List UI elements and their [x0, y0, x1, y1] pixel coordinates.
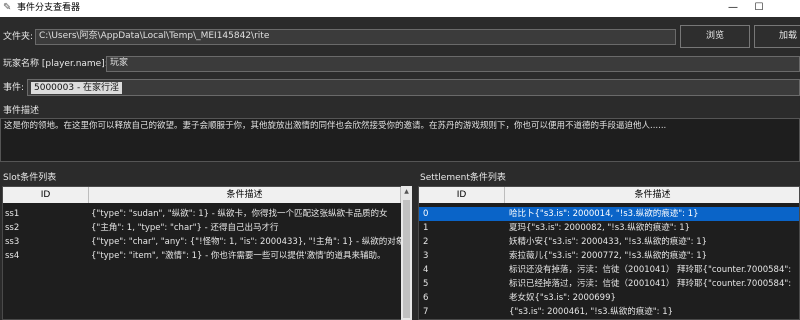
table-row[interactable]: ss2 {"主角": 1, "type": "char"} - 还得自己出马才行: [3, 221, 401, 235]
player-name-input[interactable]: 玩家: [106, 56, 800, 72]
slot-table[interactable]: ID 条件描述 ss1 {"type": "sudan", "纵欲": 1} -…: [2, 186, 412, 320]
slot-desc-cell: {"主角": 1, "type": "char"} - 还得自己出马才行: [91, 223, 279, 233]
table-row[interactable]: 1 夏玛{"s3.is": 2000082, "!s3.纵欲的痕迹": 1}: [419, 221, 799, 235]
settlement-id-cell: 0: [423, 209, 429, 219]
slot-desc-cell: {"type": "item", "激情": 1} - 你也许需要一些可以提供'…: [91, 251, 386, 261]
slot-desc-cell: {"type": "sudan", "纵欲": 1} - 纵欲卡，你得找一个匹配…: [91, 209, 388, 219]
maximize-button[interactable]: ☐: [746, 0, 772, 17]
table-row[interactable]: 0 哈比卜{"s3.is": 2000014, "!s3.纵欲的痕迹": 1}: [419, 207, 799, 221]
settlement-desc-cell: 标识还没有掉落，污渎：信徒（2001041） 拜玲耶{"counter.7000…: [509, 265, 792, 275]
settlement-col-id[interactable]: ID: [419, 187, 505, 203]
slot-desc-cell: {"type": "char", "any": {"!怪物": 1, "is":…: [91, 237, 401, 247]
slot-col-desc[interactable]: 条件描述: [89, 187, 401, 203]
settlement-id-cell: 5: [423, 279, 429, 289]
window-title: 事件分支查看器: [17, 3, 81, 13]
settlement-desc-cell: 索拉薇儿{"s3.is": 2000772, "!s3.纵欲的痕迹": 1}: [509, 251, 708, 261]
folder-label: 文件夹:: [3, 32, 34, 42]
table-row[interactable]: 7 {"s3.is": 2000461, "!s3.纵欲的痕迹": 1}: [419, 305, 799, 319]
browse-button[interactable]: 浏览: [680, 25, 750, 48]
settlement-id-cell: 4: [423, 265, 429, 275]
slot-table-label: Slot条件列表: [3, 173, 57, 183]
table-row[interactable]: 3 索拉薇儿{"s3.is": 2000772, "!s3.纵欲的痕迹": 1}: [419, 249, 799, 263]
settlement-desc-cell: 老女奴{"s3.is": 2000699}: [509, 293, 616, 303]
settlement-id-cell: 6: [423, 293, 429, 303]
feather-icon: ✎: [3, 2, 12, 13]
load-button[interactable]: 加载: [754, 25, 800, 48]
event-selected-value: 5000003 - 在家行淫: [31, 82, 123, 94]
table-row[interactable]: 5 标识已经掉落过，污渎：信徒（2001041） 拜玲耶{"counter.70…: [419, 277, 799, 291]
settlement-table-label: Settlement条件列表: [420, 173, 506, 183]
scroll-thumb[interactable]: [403, 200, 410, 318]
settlement-desc-cell: 妖精小安{"s3.is": 2000433, "!s3.纵欲的痕迹": 1}: [509, 237, 708, 247]
settlement-table-header: ID 条件描述: [419, 187, 799, 203]
title-bar: ✎ 事件分支查看器 — ☐: [0, 0, 800, 17]
table-row[interactable]: ss3 {"type": "char", "any": {"!怪物": 1, "…: [3, 235, 401, 249]
slot-id-cell: ss1: [5, 209, 20, 219]
scroll-up-arrow[interactable]: ▲: [401, 186, 412, 198]
settlement-table[interactable]: ID 条件描述 0 哈比卜{"s3.is": 2000014, "!s3.纵欲的…: [418, 186, 800, 320]
minimize-button[interactable]: —: [720, 0, 746, 17]
event-select[interactable]: 5000003 - 在家行淫: [27, 79, 800, 96]
description-text[interactable]: 这是你的领地。在这里你可以释放自己的欲望。妻子会顺服于你，其他旋放出激情的同伴也…: [0, 118, 800, 162]
event-label: 事件:: [3, 83, 25, 93]
settlement-id-cell: 7: [423, 307, 429, 317]
settlement-desc-cell: 哈比卜{"s3.is": 2000014, "!s3.纵欲的痕迹": 1}: [509, 209, 699, 219]
settlement-desc-cell: 夏玛{"s3.is": 2000082, "!s3.纵欲的痕迹": 1}: [509, 223, 691, 233]
description-label: 事件描述: [3, 106, 40, 116]
slot-id-cell: ss4: [5, 251, 20, 261]
table-row[interactable]: 6 老女奴{"s3.is": 2000699}: [419, 291, 799, 305]
slot-id-cell: ss3: [5, 237, 20, 247]
settlement-desc-cell: 标识已经掉落过，污渎：信徒（2001041） 拜玲耶{"counter.7000…: [509, 279, 792, 289]
settlement-desc-cell: {"s3.is": 2000461, "!s3.纵欲的痕迹": 1}: [509, 307, 674, 317]
settlement-col-desc[interactable]: 条件描述: [505, 187, 799, 203]
table-row[interactable]: 2 妖精小安{"s3.is": 2000433, "!s3.纵欲的痕迹": 1}: [419, 235, 799, 249]
settlement-id-cell: 3: [423, 251, 429, 261]
slot-col-id[interactable]: ID: [3, 187, 89, 203]
player-name-label: 玩家名称 [player.name]:: [3, 59, 108, 69]
slot-id-cell: ss2: [5, 223, 20, 233]
slot-table-header: ID 条件描述: [3, 187, 401, 203]
table-row[interactable]: 4 标识还没有掉落，污渎：信徒（2001041） 拜玲耶{"counter.70…: [419, 263, 799, 277]
settlement-id-cell: 2: [423, 237, 429, 247]
table-row[interactable]: ss4 {"type": "item", "激情": 1} - 你也许需要一些可…: [3, 249, 401, 263]
settlement-id-cell: 1: [423, 223, 429, 233]
table-row[interactable]: ss1 {"type": "sudan", "纵欲": 1} - 纵欲卡，你得找…: [3, 207, 401, 221]
slot-table-scrollbar[interactable]: ▲: [401, 186, 412, 320]
folder-path-input[interactable]: C:\Users\阿奈\AppData\Local\Temp\_MEI14584…: [35, 29, 676, 45]
